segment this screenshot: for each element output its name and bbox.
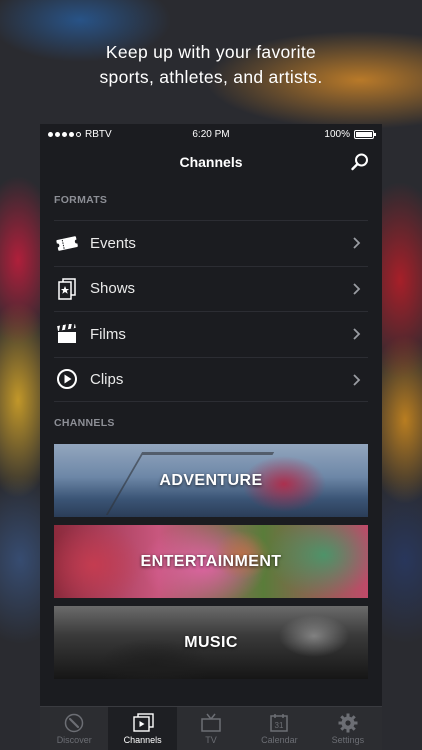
play-circle-icon	[54, 366, 80, 392]
status-bar: RBTV 6:20 PM 100%	[40, 124, 382, 144]
gear-icon	[337, 713, 359, 733]
chevron-right-icon	[353, 328, 361, 340]
tab-label: Settings	[331, 735, 365, 745]
format-item-label: Films	[90, 325, 126, 343]
channel-banner-music[interactable]: MUSIC	[54, 606, 368, 679]
page-title: Channels	[179, 154, 243, 170]
channel-banner-label: ADVENTURE	[159, 471, 263, 489]
format-item-label: Shows	[90, 280, 136, 298]
tab-discover[interactable]: Discover	[40, 707, 108, 750]
search-icon[interactable]	[350, 152, 370, 172]
tab-settings[interactable]: Settings	[314, 707, 382, 750]
nav-bar: Channels	[40, 144, 382, 180]
formats-list: Events Shows Films Clips	[54, 220, 368, 402]
headline-line-2: sports, athletes, and artists.	[99, 67, 323, 87]
format-item-label: Clips	[90, 370, 124, 388]
format-item-events[interactable]: Events	[54, 220, 368, 266]
tab-channels[interactable]: Channels	[108, 707, 177, 750]
tab-label: Calendar	[261, 735, 298, 745]
clapperboard-icon	[54, 321, 80, 347]
battery-icon	[354, 129, 376, 139]
chevron-right-icon	[353, 237, 361, 249]
signal-icon	[48, 131, 81, 137]
battery-status: 100%	[324, 128, 376, 140]
format-item-films[interactable]: Films	[54, 311, 368, 357]
promo-headline: Keep up with your favorite sports, athle…	[0, 40, 422, 90]
phone-screen: RBTV 6:20 PM 100% Channels FORMATS Event…	[40, 124, 382, 750]
format-item-label: Events	[90, 234, 136, 252]
channel-banner-adventure[interactable]: ADVENTURE	[54, 444, 368, 517]
tv-icon	[200, 713, 222, 733]
chevron-right-icon	[353, 282, 361, 295]
battery-percent: 100%	[324, 128, 350, 140]
channel-banner-label: MUSIC	[184, 633, 238, 651]
carrier: RBTV	[48, 129, 112, 140]
ticket-icon	[54, 230, 80, 256]
tab-bar: Discover Channels TV 31 Calendar Setting…	[40, 706, 382, 750]
chevron-right-icon	[353, 373, 361, 386]
calendar-day-number: 31	[275, 721, 284, 730]
calendar-icon: 31	[268, 713, 290, 733]
channel-banner-label: ENTERTAINMENT	[140, 552, 282, 570]
channels-icon	[132, 713, 154, 733]
carrier-name: RBTV	[85, 128, 112, 140]
formats-section-label: FORMATS	[54, 194, 108, 206]
format-item-shows[interactable]: Shows	[54, 265, 368, 312]
tab-label: Channels	[123, 735, 162, 745]
compass-icon	[63, 713, 85, 733]
tab-label: TV	[205, 735, 217, 745]
tab-label: Discover	[56, 735, 92, 745]
tab-calendar[interactable]: 31 Calendar	[245, 707, 313, 750]
show-icon	[54, 276, 80, 302]
tab-tv[interactable]: TV	[177, 707, 245, 750]
channels-section-label: CHANNELS	[54, 417, 115, 429]
format-item-clips[interactable]: Clips	[54, 356, 368, 402]
channel-banner-entertainment[interactable]: ENTERTAINMENT	[54, 525, 368, 598]
headline-line-1: Keep up with your favorite	[105, 42, 317, 62]
